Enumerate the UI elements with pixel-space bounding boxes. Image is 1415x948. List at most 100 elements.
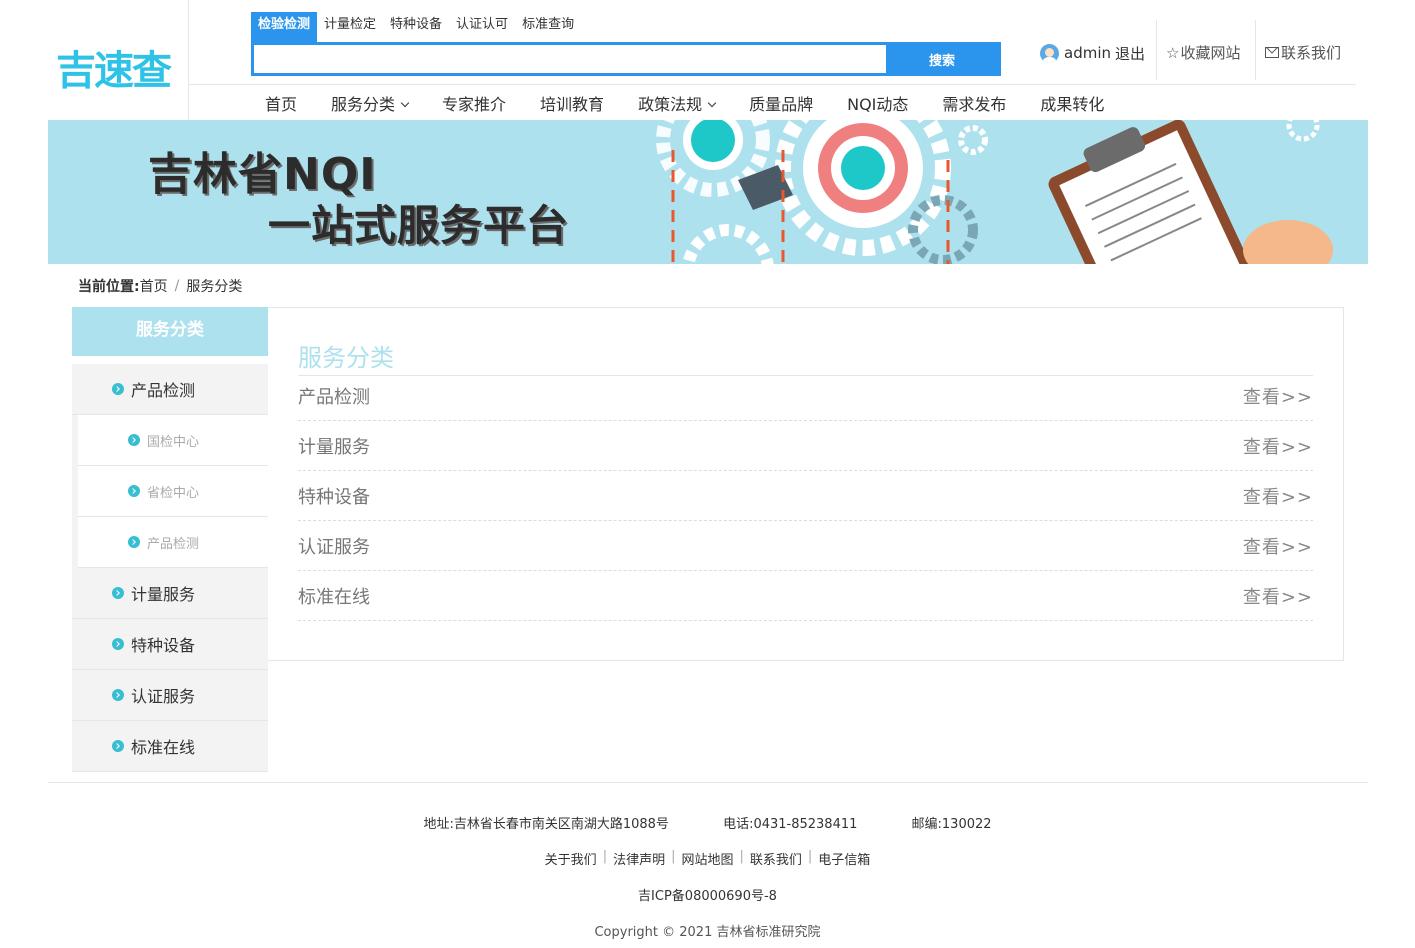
chevron-down-icon (707, 98, 717, 108)
footer-link-contact[interactable]: 联系我们 (744, 849, 808, 868)
footer-divider (48, 782, 1368, 783)
arrow-circle-icon (112, 689, 124, 701)
sidebar-item-label: 省检中心 (147, 485, 200, 501)
logo-divider (188, 0, 189, 120)
category-name[interactable]: 产品检测 (298, 383, 370, 409)
breadcrumb-label: 当前位置: (78, 279, 140, 295)
contact-label: 联系我们 (1281, 44, 1342, 62)
sidebar-item-metrology[interactable]: 计量服务 (72, 568, 268, 619)
nav-label: 质量品牌 (749, 95, 814, 114)
nav-quality-brand[interactable]: 质量品牌 (732, 92, 830, 118)
user-name[interactable]: admin (1064, 44, 1111, 62)
nav-label: 政策法规 (638, 95, 703, 114)
footer-contact-info: 地址:吉林省长春市南关区南湖大路1088号 电话:0431-85238411 邮… (0, 813, 1415, 832)
search-box: 搜索 (251, 42, 1001, 76)
arrow-circle-icon (128, 536, 140, 548)
sidebar-item-label: 特种设备 (131, 636, 196, 655)
category-name[interactable]: 标准在线 (298, 583, 370, 609)
view-more-link[interactable]: 查看>> (1243, 433, 1313, 459)
nav-label: 需求发布 (942, 95, 1007, 114)
sidebar-item-label: 标准在线 (131, 738, 196, 757)
nav-policy[interactable]: 政策法规 (621, 92, 732, 118)
sidebar-item-label: 产品检测 (131, 381, 196, 400)
search-tab-certification[interactable]: 认证认可 (449, 12, 515, 42)
header-separator (1255, 20, 1256, 80)
sidebar-item-certification[interactable]: 认证服务 (72, 670, 268, 721)
footer-address: 地址:吉林省长春市南关区南湖大路1088号 (423, 817, 669, 832)
search-tabs: 检验检测 计量检定 特种设备 认证认可 标准查询 (251, 12, 581, 42)
footer-link-about[interactable]: 关于我们 (539, 849, 603, 868)
nav-label: NQI动态 (847, 95, 909, 114)
footer-copyright: Copyright © 2021 吉林省标准研究院 (594, 925, 821, 940)
nav-demand[interactable]: 需求发布 (925, 92, 1023, 118)
arrow-circle-icon (112, 638, 124, 650)
sidebar-item-product-testing[interactable]: 产品检测 (72, 364, 268, 415)
nav-training[interactable]: 培训教育 (523, 92, 621, 118)
arrow-circle-icon (128, 434, 140, 446)
footer-link-legal[interactable]: 法律声明 (607, 849, 671, 868)
sidebar-subitem-national-center[interactable]: 国检中心 (78, 415, 268, 466)
category-row: 认证服务 查看>> (298, 521, 1313, 571)
category-row: 计量服务 查看>> (298, 421, 1313, 471)
sidebar: 服务分类 产品检测 国检中心 省检中心 产品检测 计量服务 特种设备 认证服务 … (72, 307, 268, 772)
category-name[interactable]: 认证服务 (298, 533, 370, 559)
search-tab-standards[interactable]: 标准查询 (515, 12, 581, 42)
nav-label: 专家推介 (442, 95, 507, 114)
view-more-link[interactable]: 查看>> (1243, 383, 1313, 409)
mail-icon (1265, 47, 1279, 58)
breadcrumb-current[interactable]: 服务分类 (186, 276, 242, 296)
star-icon: ☆ (1166, 43, 1180, 62)
search-button[interactable]: 搜索 (886, 45, 998, 73)
category-name[interactable]: 计量服务 (298, 433, 370, 459)
view-more-link[interactable]: 查看>> (1243, 483, 1313, 509)
contact-link[interactable]: 联系我们 (1265, 42, 1341, 63)
arrow-circle-icon (128, 485, 140, 497)
content-panel: 服务分类 产品检测 查看>> 计量服务 查看>> 特种设备 查看>> 认证服务 … (268, 307, 1344, 661)
nav-label: 首页 (265, 95, 298, 114)
header-separator (1156, 20, 1157, 80)
arrow-circle-icon (112, 740, 124, 752)
footer-phone: 电话:0431-85238411 (723, 817, 858, 832)
breadcrumb: 当前位置: 首页 / 服务分类 (78, 276, 242, 296)
footer-link-email[interactable]: 电子信箱 (812, 849, 876, 868)
nav-label: 服务分类 (331, 95, 396, 114)
chevron-down-icon (400, 98, 410, 108)
breadcrumb-separator: / (174, 278, 180, 294)
nav-achievements[interactable]: 成果转化 (1023, 92, 1121, 118)
nav-nqi-news[interactable]: NQI动态 (830, 92, 925, 118)
nav-service-category[interactable]: 服务分类 (314, 92, 425, 118)
search-input[interactable] (254, 45, 889, 73)
footer-icp[interactable]: 吉ICP备08000690号-8 (0, 885, 1415, 904)
banner: 吉林省NQI 一站式服务平台 (48, 120, 1368, 264)
sidebar-list: 产品检测 国检中心 省检中心 产品检测 计量服务 特种设备 认证服务 标准在线 (72, 364, 268, 772)
sidebar-item-special-equipment[interactable]: 特种设备 (72, 619, 268, 670)
nav-experts[interactable]: 专家推介 (425, 92, 523, 118)
sidebar-subitem-product-testing[interactable]: 产品检测 (78, 517, 268, 568)
breadcrumb-home[interactable]: 首页 (140, 276, 168, 296)
sidebar-title: 服务分类 (72, 307, 268, 356)
search-tab-metrology[interactable]: 计量检定 (317, 12, 383, 42)
view-more-link[interactable]: 查看>> (1243, 533, 1313, 559)
view-more-link[interactable]: 查看>> (1243, 583, 1313, 609)
sidebar-item-label: 产品检测 (147, 536, 200, 552)
search-tab-inspection[interactable]: 检验检测 (251, 12, 318, 42)
user-area: admin 退出 (1040, 42, 1145, 64)
footer-link-sitemap[interactable]: 网站地图 (675, 849, 739, 868)
search-tab-special-equipment[interactable]: 特种设备 (383, 12, 449, 42)
nav-home[interactable]: 首页 (248, 92, 314, 118)
logout-link[interactable]: 退出 (1115, 43, 1145, 64)
sidebar-item-label: 计量服务 (131, 585, 196, 604)
site-logo[interactable]: 吉速查 (56, 38, 172, 96)
footer-links: 关于我们 | 法律声明 | 网站地图 | 联系我们 | 电子信箱 (0, 849, 1415, 868)
header-divider (188, 84, 1356, 85)
footer-postcode: 邮编:130022 (911, 817, 992, 832)
main-nav: 首页 服务分类 专家推介 培训教育 政策法规 质量品牌 NQI动态 需求发布 成… (248, 92, 1121, 118)
arrow-circle-icon (112, 383, 124, 395)
nav-label: 培训教育 (540, 95, 605, 114)
category-name[interactable]: 特种设备 (298, 483, 370, 509)
favorite-label: 收藏网站 (1180, 44, 1241, 62)
favorite-link[interactable]: ☆ 收藏网站 (1166, 42, 1240, 63)
sidebar-item-standards-online[interactable]: 标准在线 (72, 721, 268, 772)
sidebar-item-label: 认证服务 (131, 687, 196, 706)
sidebar-subitem-provincial-center[interactable]: 省检中心 (78, 466, 268, 517)
